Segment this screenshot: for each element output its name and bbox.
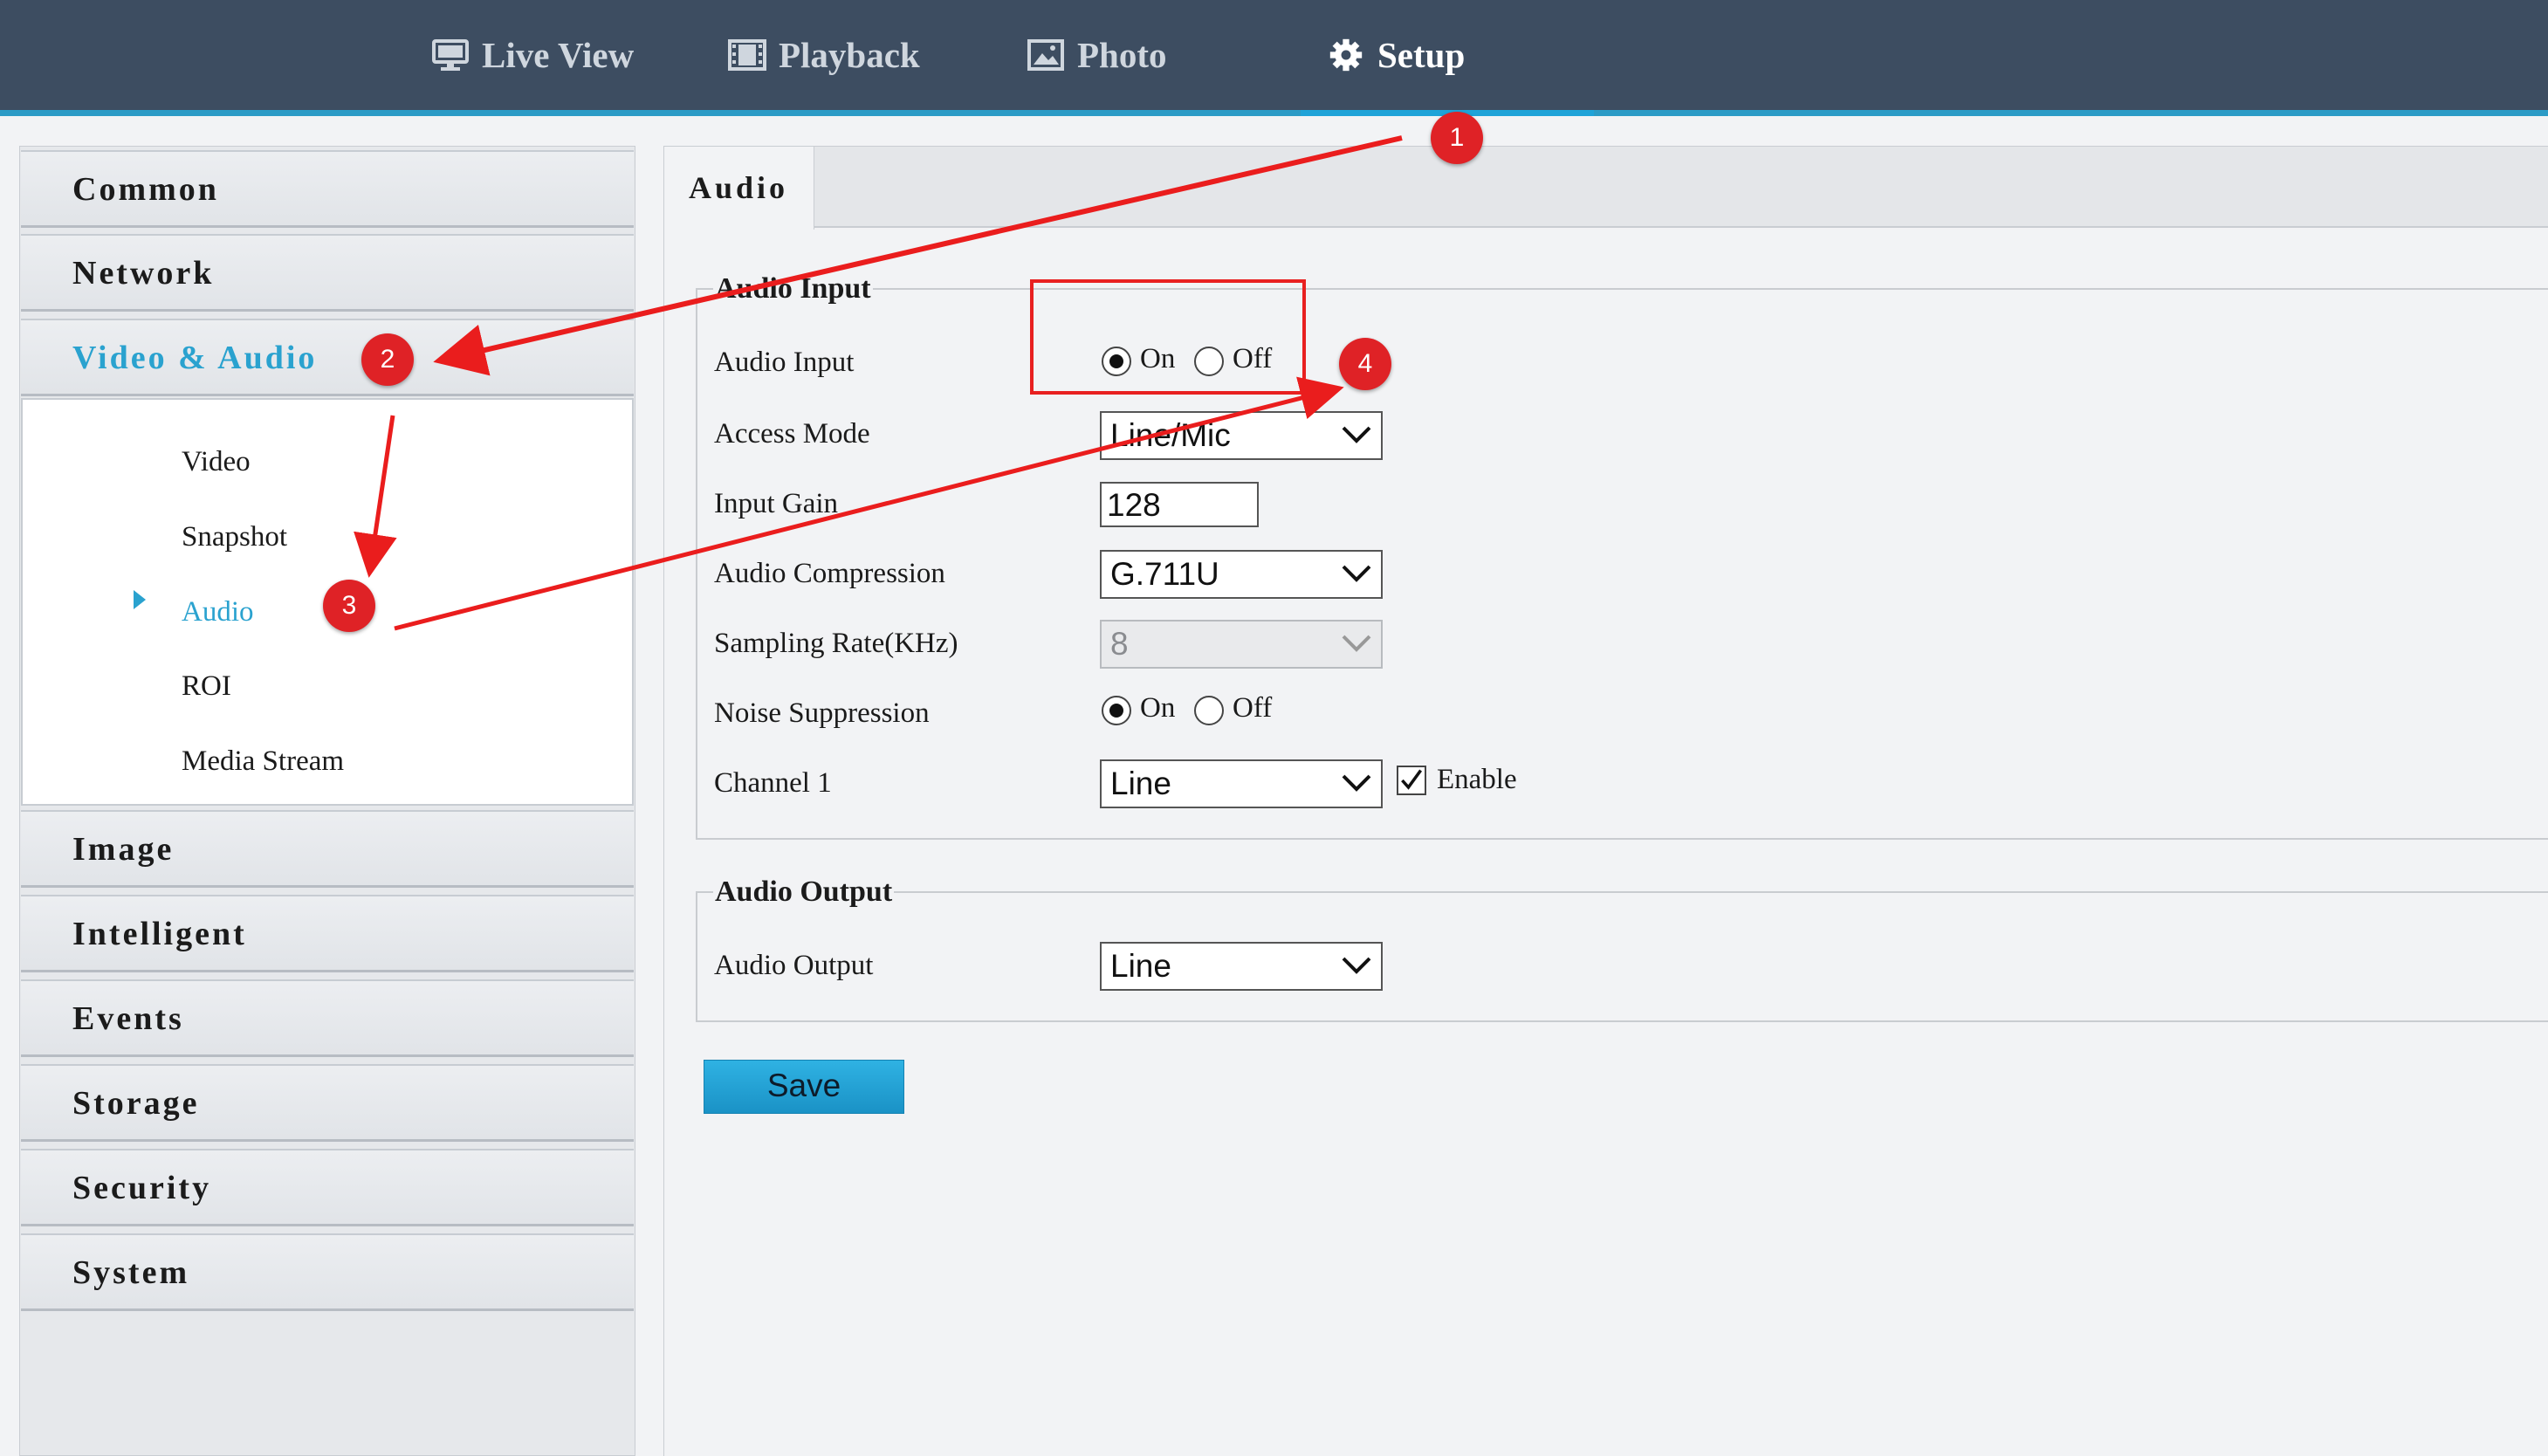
sidebar-menu-label: Security [72,1170,212,1206]
input-gain-field[interactable]: 128 [1100,482,1259,527]
audio-input-legend: Audio Input [715,272,871,305]
sidebar-menu-label: Image [72,831,175,868]
submenu-item-roi[interactable]: ROI [182,670,231,703]
sidebar-menu-security[interactable]: Security [21,1149,634,1226]
tab-audio-label: Audio [689,170,789,205]
film-icon [728,39,766,71]
sidebar-menu-label: Intelligent [72,916,247,952]
submenu-item-audio[interactable]: Audio [182,596,254,628]
nav-live-view[interactable]: Live View [431,0,634,110]
chevron-down-icon [1342,635,1371,652]
active-submenu-arrow-icon [134,590,146,609]
audio-compression-value: G.711U [1110,556,1219,592]
checkmark-icon [1401,769,1423,790]
nav-setup-label: Setup [1377,35,1466,75]
sidebar-menu-image[interactable]: Image [21,810,634,888]
tab-bar [663,146,2548,228]
sidebar-menu-intelligent[interactable]: Intelligent [21,895,634,972]
annotation-badge-2: 2 [361,333,414,386]
audio-input-label: Audio Input [714,347,855,378]
monitor-icon [432,39,469,71]
noise-suppression-on-radio[interactable] [1102,696,1131,725]
sidebar-menu-common[interactable]: Common [21,150,634,228]
channel-1-enable-checkbox[interactable] [1397,766,1426,795]
chevron-down-icon [1342,565,1371,582]
top-navigation-bar: Live View Playback Photo Setup [0,0,2548,116]
sidebar-menu-label: System [72,1254,190,1291]
audio-input-group: Audio Input [696,272,2548,840]
access-mode-value: Line/Mic [1110,417,1231,453]
audio-output-label: Audio Output [714,950,874,981]
sidebar-menu-events[interactable]: Events [21,979,634,1057]
sidebar-menu-system[interactable]: System [21,1233,634,1311]
nav-live-view-label: Live View [482,35,635,75]
sidebar-menu-label: Common [72,171,219,208]
audio-input-on-label: On [1140,343,1176,374]
noise-suppression-on-label: On [1140,692,1176,724]
chevron-down-icon [1342,426,1371,443]
sidebar-menu-label: Network [72,255,215,292]
save-button[interactable]: Save [704,1060,904,1114]
annotation-badge-3: 3 [323,580,375,632]
audio-output-value: Line [1110,948,1171,984]
submenu-item-snapshot[interactable]: Snapshot [182,521,287,553]
sidebar-menu-label: Video & Audio [72,340,318,376]
sidebar-menu-network[interactable]: Network [21,234,634,312]
audio-compression-select[interactable]: G.711U [1100,550,1383,599]
channel-1-value: Line [1110,766,1171,801]
input-gain-label: Input Gain [714,488,839,519]
access-mode-select[interactable]: Line/Mic [1100,411,1383,460]
submenu-item-video[interactable]: Video [182,446,251,478]
nav-playback-label: Playback [779,35,920,75]
audio-output-select[interactable]: Line [1100,942,1383,991]
sidebar-menu-storage[interactable]: Storage [21,1064,634,1142]
audio-compression-label: Audio Compression [714,558,945,589]
channel-1-label: Channel 1 [714,767,832,799]
sampling-rate-select: 8 [1100,620,1383,669]
access-mode-label: Access Mode [714,418,870,450]
sidebar-menu-label: Events [72,1000,184,1037]
audio-input-off-radio[interactable] [1194,347,1224,376]
nav-playback[interactable]: Playback [728,0,920,110]
audio-input-on-radio[interactable] [1102,347,1131,376]
noise-suppression-off-label: Off [1233,692,1273,724]
annotation-badge-1: 1 [1431,112,1483,164]
chevron-down-icon [1342,957,1371,974]
chevron-down-icon [1342,774,1371,792]
nav-photo[interactable]: Photo [1027,0,1167,110]
sampling-rate-label: Sampling Rate(KHz) [714,628,958,659]
submenu-item-media-stream[interactable]: Media Stream [182,745,344,778]
input-gain-value: 128 [1107,487,1161,523]
channel-1-enable-label: Enable [1437,764,1517,795]
nav-setup[interactable]: Setup [1327,0,1465,110]
audio-input-off-label: Off [1233,343,1273,374]
sidebar-menu-video-audio[interactable]: Video & Audio [21,319,634,396]
annotation-badge-4: 4 [1339,338,1391,390]
gear-icon [1329,38,1363,72]
tab-audio[interactable]: Audio [663,146,814,230]
picture-icon [1027,39,1064,71]
audio-output-group: Audio Output [696,876,2548,1022]
sidebar-menu-label: Storage [72,1085,200,1122]
noise-suppression-off-radio[interactable] [1194,696,1224,725]
nav-photo-label: Photo [1077,35,1167,75]
channel-1-select[interactable]: Line [1100,759,1383,808]
sampling-rate-value: 8 [1110,626,1129,662]
noise-suppression-label: Noise Suppression [714,697,930,729]
audio-output-legend: Audio Output [715,876,893,908]
